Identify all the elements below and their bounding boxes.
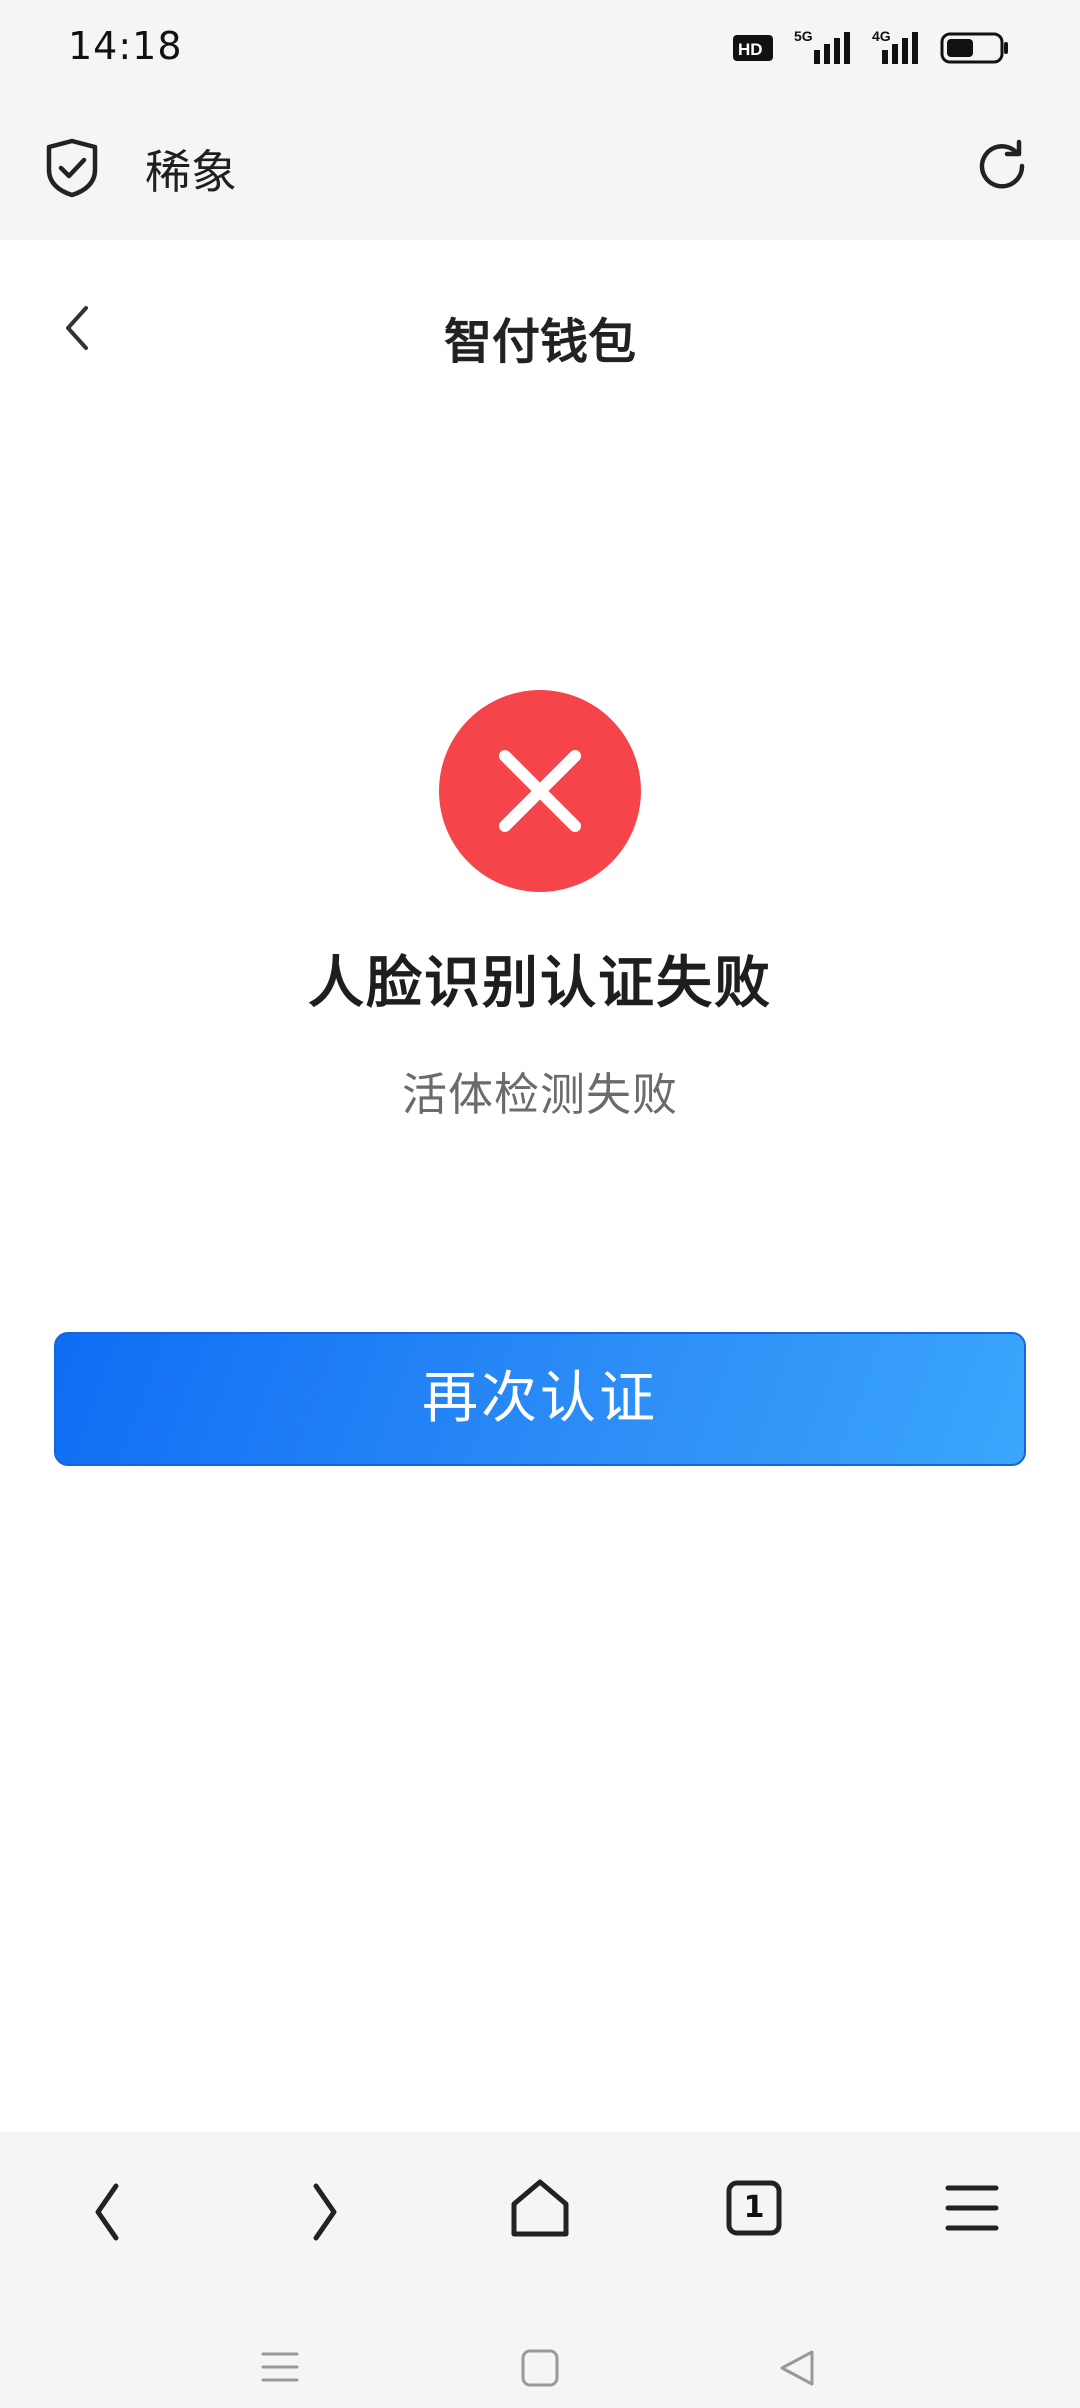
- site-title: 稀象: [145, 145, 237, 199]
- browser-bar: 稀象: [0, 96, 1080, 240]
- home-icon[interactable]: [508, 2176, 572, 2240]
- retry-button[interactable]: 再次认证: [54, 1332, 1026, 1466]
- signal-5g-icon: 5G: [794, 28, 850, 64]
- page-title: 智付钱包: [443, 314, 636, 370]
- status-bar: 14:18 HD 5G 4G: [0, 0, 1080, 96]
- forward-icon[interactable]: [296, 2172, 352, 2252]
- system-back-icon[interactable]: [774, 2346, 818, 2390]
- battery-icon: [940, 32, 1008, 64]
- system-home-icon[interactable]: [518, 2346, 562, 2390]
- signal-4g-icon: 4G: [872, 28, 918, 64]
- tab-count: 1: [743, 2190, 765, 2225]
- system-recents-icon[interactable]: [259, 2346, 301, 2388]
- hd-icon: HD: [733, 35, 773, 61]
- status-icons: HD 5G 4G: [732, 26, 1010, 70]
- tabs-button[interactable]: 1: [726, 2180, 782, 2236]
- menu-icon[interactable]: [944, 2180, 1000, 2236]
- close-icon: [499, 750, 581, 832]
- refresh-icon[interactable]: [972, 136, 1032, 196]
- svg-text:HD: HD: [738, 40, 763, 59]
- result-title: 人脸识别认证失败: [308, 951, 772, 1016]
- result-subtitle: 活体检测失败: [401, 1068, 678, 1121]
- error-circle-icon: [439, 690, 641, 892]
- status-time: 14:18: [68, 24, 183, 68]
- svg-text:4G: 4G: [872, 28, 891, 44]
- page-content: 智付钱包 人脸识别认证失败 活体检测失败 再次认证: [0, 240, 1080, 2132]
- bottom-nav-bar: 1: [0, 2132, 1080, 2408]
- back-icon[interactable]: [80, 2172, 136, 2252]
- shield-check-icon[interactable]: [44, 138, 100, 198]
- svg-text:5G: 5G: [794, 28, 813, 44]
